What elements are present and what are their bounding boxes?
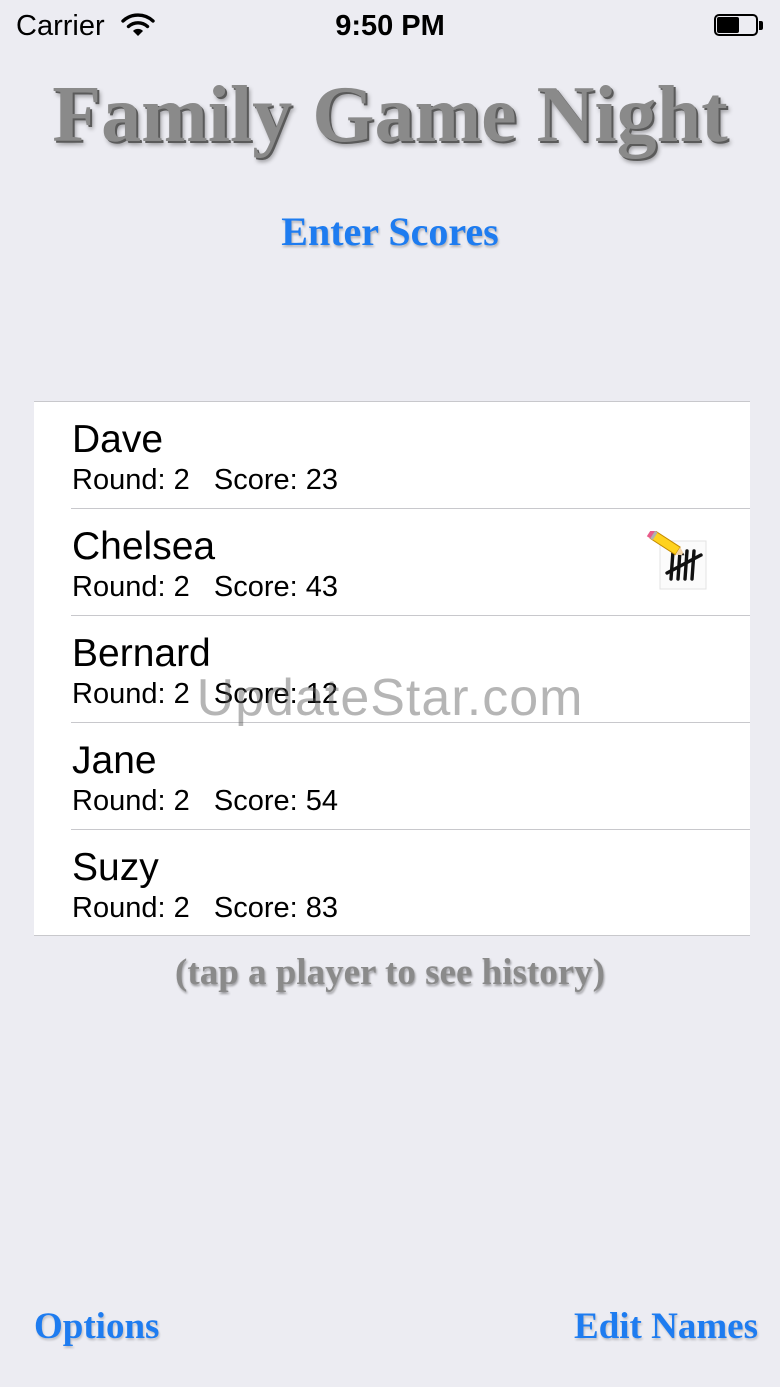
player-stats: Round: 2 Score: 12 [72, 678, 338, 710]
battery-icon [714, 14, 764, 38]
player-row-jane[interactable]: Jane Round: 2 Score: 54 [34, 723, 750, 830]
player-stats: Round: 2 Score: 23 [72, 464, 338, 496]
player-row-chelsea[interactable]: Chelsea Round: 2 Score: 43 [34, 509, 750, 616]
app-title: Family Game Night [52, 71, 728, 159]
options-button[interactable]: Options [34, 1305, 159, 1348]
status-bar: Carrier 9:50 PM [0, 0, 780, 54]
pencil-tally-icon [646, 528, 710, 596]
player-name: Jane [72, 739, 157, 782]
player-name: Dave [72, 418, 164, 461]
player-name: Chelsea [72, 525, 216, 568]
player-row-bernard[interactable]: Bernard Round: 2 Score: 12 [34, 616, 750, 723]
player-name: Bernard [72, 632, 211, 675]
clock-label: 9:50 PM [335, 10, 445, 42]
player-name: Suzy [72, 846, 159, 889]
player-list: Dave Round: 2 Score: 23 Chelsea Round: 2… [34, 401, 750, 936]
player-stats: Round: 2 Score: 54 [72, 785, 338, 817]
player-row-dave[interactable]: Dave Round: 2 Score: 23 [34, 402, 750, 509]
player-stats: Round: 2 Score: 43 [72, 571, 338, 603]
enter-scores-button[interactable]: Enter Scores [0, 208, 780, 255]
player-stats: Round: 2 Score: 83 [72, 892, 338, 924]
edit-names-button[interactable]: Edit Names [574, 1305, 758, 1348]
history-hint: (tap a player to see history) [175, 952, 605, 993]
player-row-suzy[interactable]: Suzy Round: 2 Score: 83 [34, 830, 750, 937]
